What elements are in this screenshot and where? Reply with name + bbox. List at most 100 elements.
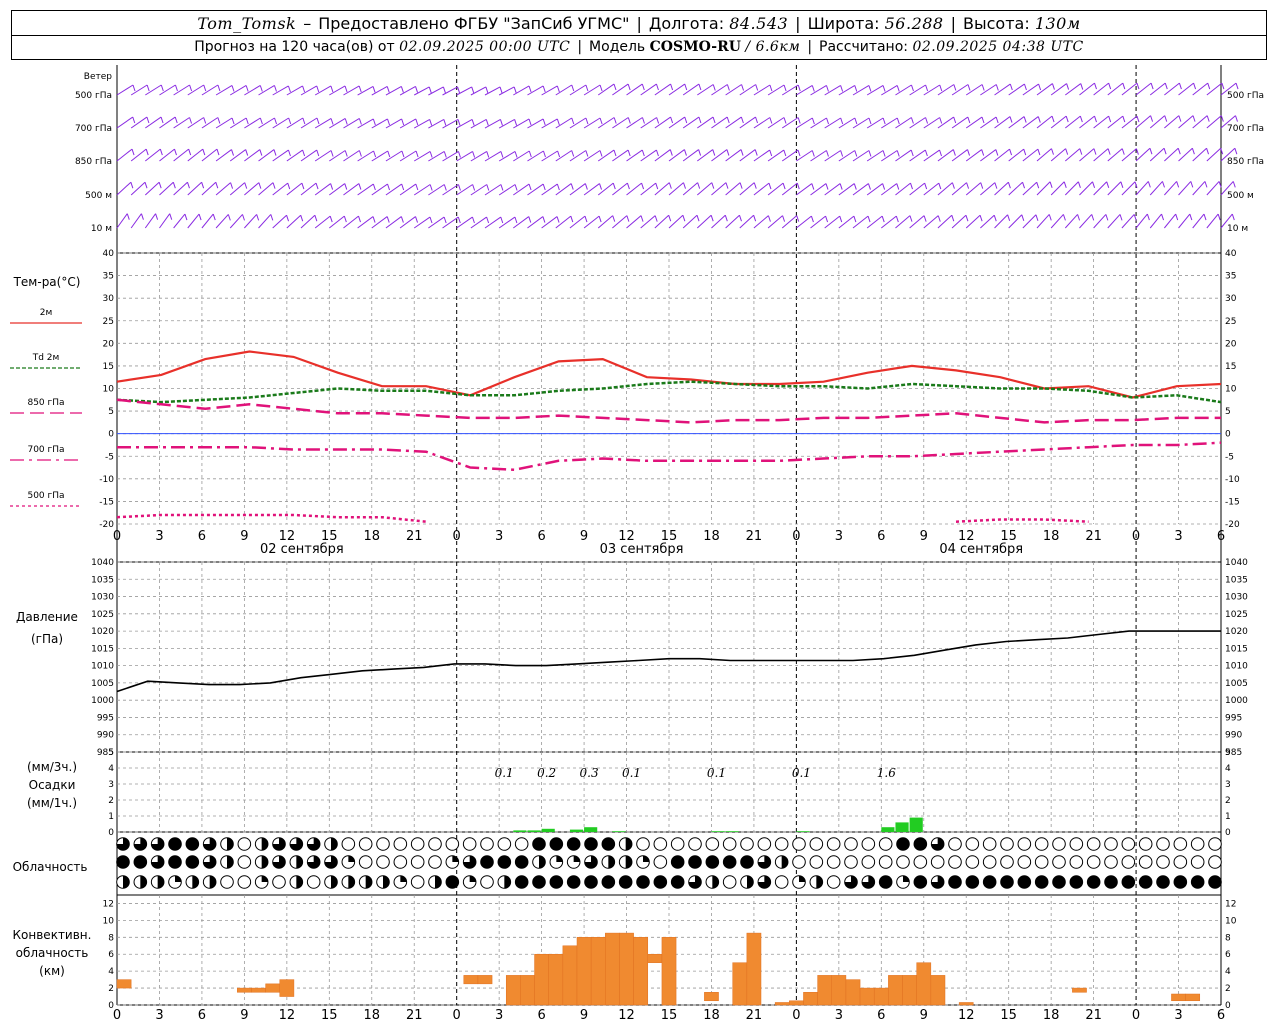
wind-barb (1121, 181, 1136, 196)
cloud-symbol (965, 875, 980, 889)
wind-barb-feather (710, 215, 714, 222)
convective-bar (251, 987, 266, 993)
convective-bar (789, 1000, 804, 1006)
cloud-symbol (861, 855, 876, 869)
wind-barb (852, 215, 869, 229)
wind-barb-feather (387, 118, 391, 126)
wind-barb-feather (783, 117, 787, 124)
cloud-symbol (636, 837, 650, 851)
wind-barb (937, 182, 953, 196)
cloud-symbol (497, 837, 512, 851)
convective-bar (817, 975, 833, 1006)
wind-barb-feather (909, 215, 913, 222)
precip-ytick-left: 0 (108, 828, 114, 838)
cloud-symbol-fill (140, 875, 147, 889)
cloud-symbol-fill (365, 875, 372, 889)
pres-ytick-right: 1015 (1225, 644, 1248, 654)
wind-barb-feather (1136, 115, 1140, 123)
wind-barb-feather (146, 116, 150, 124)
cloud-symbol (1052, 875, 1066, 889)
convective-panel (116, 932, 1201, 1006)
cloud-symbol (1017, 875, 1032, 889)
pres-ytick-left: 1040 (91, 558, 114, 568)
precip-bar (541, 828, 555, 832)
cloud-symbol-fill (435, 875, 442, 889)
cloud-symbol (497, 855, 512, 869)
wind-barb (767, 182, 784, 196)
wind-barb-feather (245, 117, 249, 125)
wind-barb-feather (738, 215, 742, 222)
wind-barb-feather (1135, 148, 1139, 155)
wind-barb-feather (556, 118, 560, 126)
convective-bar (831, 975, 847, 1006)
conv-xtick: 3 (155, 1008, 163, 1023)
cloud-symbol (826, 875, 841, 889)
wind-barb (1064, 214, 1078, 229)
temp-ytick-left: 10 (103, 385, 115, 395)
convective-bar (562, 945, 578, 1006)
wind-barb (965, 214, 981, 229)
wind-barb-feather (993, 215, 997, 222)
convective-bar (661, 937, 677, 1006)
wind-barb-feather (966, 182, 970, 189)
pres-ytick-right: 1025 (1225, 610, 1248, 620)
temp-ytick-left: 35 (103, 272, 114, 282)
cloud-symbol (341, 837, 356, 851)
wind-barb-feather (189, 84, 193, 92)
cloud-symbol (1138, 855, 1153, 869)
cloud-symbol (1104, 837, 1118, 851)
cloud-symbol (930, 855, 945, 869)
precip-3h-value: 0.1 (707, 766, 726, 780)
wind-level-right: 500 гПа (1227, 91, 1264, 101)
wind-barb-feather (1023, 116, 1027, 123)
conv-ytick-right: 10 (1225, 916, 1237, 926)
wind-barb-feather (1220, 115, 1224, 122)
wind-barb-feather (273, 149, 277, 156)
wind-barb-feather (186, 182, 190, 189)
convective-bar (873, 987, 889, 1006)
wind-barb-feather (1079, 148, 1083, 155)
temp-ytick-right: 30 (1225, 294, 1237, 304)
wind-barb (1107, 214, 1121, 229)
wind-barb-feather (826, 150, 829, 157)
cloud-symbol (670, 855, 685, 869)
conv-xtick: 18 (363, 1008, 380, 1023)
wind-title: Ветер (84, 72, 112, 82)
wind-barb (654, 182, 670, 196)
wind-barb-feather (1023, 83, 1027, 91)
convective-bar (774, 1002, 790, 1006)
cloud-symbol (376, 855, 390, 869)
cloud-symbol (982, 855, 997, 869)
wind-barb-feather (358, 85, 362, 93)
wind-barb (144, 213, 156, 229)
precip-ytick-left: 2 (108, 796, 114, 806)
wind-barb (1064, 181, 1079, 196)
conv-xtick: 6 (1217, 1008, 1225, 1023)
wind-barb-feather (783, 84, 787, 92)
wind-barb-feather (274, 85, 277, 92)
wind-level-right: 850 гПа (1227, 157, 1264, 167)
wind-barb (1079, 214, 1093, 229)
wind-barb-feather (668, 182, 672, 189)
wind-barb (187, 181, 202, 196)
wind-barb-feather (358, 183, 362, 190)
precip-ytick-right: 3 (1225, 780, 1231, 790)
wind-barb (116, 148, 133, 162)
wind-barb (753, 215, 769, 229)
wind-barb-feather (683, 182, 686, 189)
wind-barb (1206, 115, 1222, 129)
cloud-symbol (1052, 855, 1066, 869)
temp-xtick: 21 (1085, 529, 1102, 544)
cloud-symbol (722, 837, 737, 851)
wind-barb-feather (1105, 214, 1109, 221)
cloud-symbol (722, 875, 737, 889)
wind-barb-feather (373, 150, 377, 158)
wind-barb-feather (571, 117, 575, 125)
wind-barb-feather (570, 215, 574, 223)
convective-bar (534, 953, 549, 1006)
wind-barb-feather (1235, 82, 1239, 90)
wind-barb-feather (995, 116, 999, 124)
pres-ytick-left: 1000 (91, 696, 114, 706)
wind-barb-feather (769, 117, 773, 124)
wind-barb-feather (159, 148, 163, 156)
